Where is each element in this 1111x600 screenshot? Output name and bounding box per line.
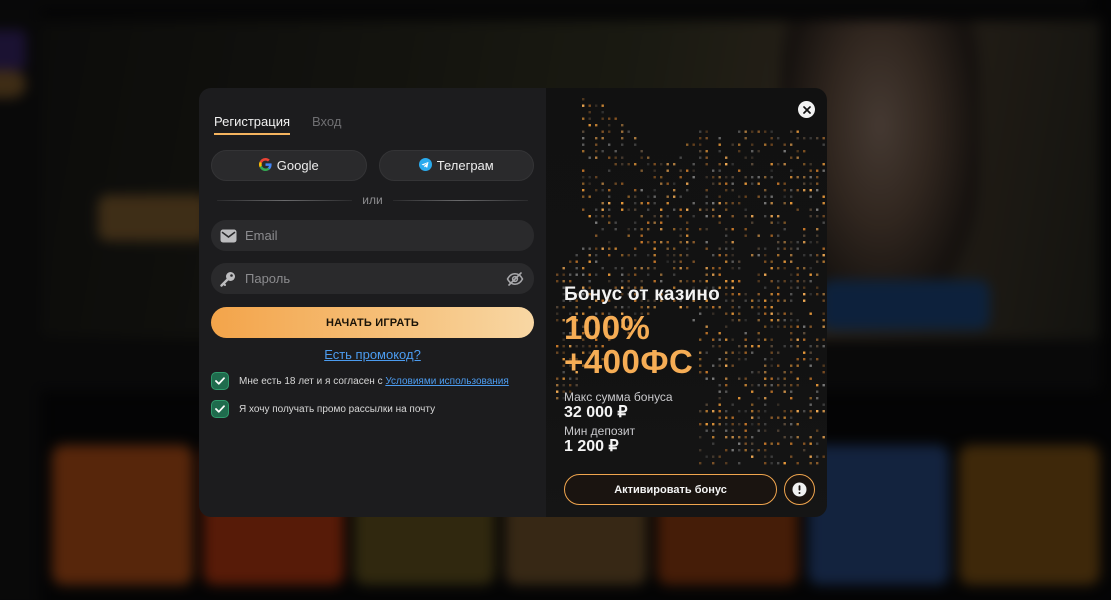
google-icon [258, 157, 272, 174]
auth-tabs: Регистрация Вход [211, 114, 534, 135]
password-field [211, 263, 534, 294]
bonus-actions: Активировать бонус [564, 474, 815, 505]
bonus-freespins: +400ФС [564, 343, 694, 380]
bonus-title: Бонус от казино [564, 284, 720, 305]
checkmark-icon [215, 377, 225, 385]
start-playing-button[interactable]: НАЧАТЬ ИГРАТЬ [211, 307, 534, 338]
password-input[interactable] [245, 271, 498, 286]
bonus-panel: Бонус от казино 100% +400ФС Макс сумма б… [546, 88, 827, 517]
terms-text: Мне есть 18 лет и я согласен с Условиями… [239, 375, 509, 387]
social-login-row: Google Телеграм [211, 150, 534, 181]
info-button[interactable] [784, 474, 815, 505]
tab-login[interactable]: Вход [312, 114, 341, 135]
max-bonus-value: 32 000 ₽ [564, 404, 628, 421]
terms-link[interactable]: Условиями использования [385, 376, 508, 387]
promo-mail-check-row: Я хочу получать промо рассылки на почту [211, 400, 534, 418]
tab-registration[interactable]: Регистрация [214, 114, 290, 135]
mail-icon [219, 227, 237, 245]
max-bonus-label: Макс сумма бонуса [564, 390, 673, 404]
telegram-login-label: Телеграм [436, 158, 494, 173]
key-icon [219, 270, 237, 288]
eye-off-icon[interactable] [506, 270, 524, 288]
promo-mail-checkbox[interactable] [211, 400, 229, 418]
promo-code-link[interactable]: Есть промокод? [211, 347, 534, 362]
min-deposit-value: 1 200 ₽ [564, 438, 619, 455]
min-deposit-label: Мин депозит [564, 424, 636, 438]
or-text: или [362, 193, 383, 207]
activate-bonus-button[interactable]: Активировать бонус [564, 474, 777, 505]
checkmark-icon [215, 405, 225, 413]
auth-modal: Регистрация Вход Google Телеграм или Ema… [199, 88, 546, 517]
terms-check-row: Мне есть 18 лет и я согласен с Условиями… [211, 372, 534, 390]
or-divider: или [211, 193, 534, 207]
email-input[interactable] [245, 228, 524, 243]
google-login-label: Google [276, 158, 319, 173]
close-button[interactable] [798, 101, 815, 118]
terms-checkbox[interactable] [211, 372, 229, 390]
info-icon [792, 482, 807, 497]
telegram-icon [418, 157, 432, 174]
close-icon [802, 105, 811, 114]
promo-mail-text: Я хочу получать промо рассылки на почту [239, 403, 436, 415]
telegram-login-button[interactable]: Телеграм [378, 150, 534, 181]
google-login-button[interactable]: Google [211, 150, 367, 181]
email-field [211, 220, 534, 251]
bonus-info: Бонус от казино 100% +400ФС Макс сумма б… [564, 284, 815, 456]
bonus-percent: 100% [564, 309, 651, 346]
